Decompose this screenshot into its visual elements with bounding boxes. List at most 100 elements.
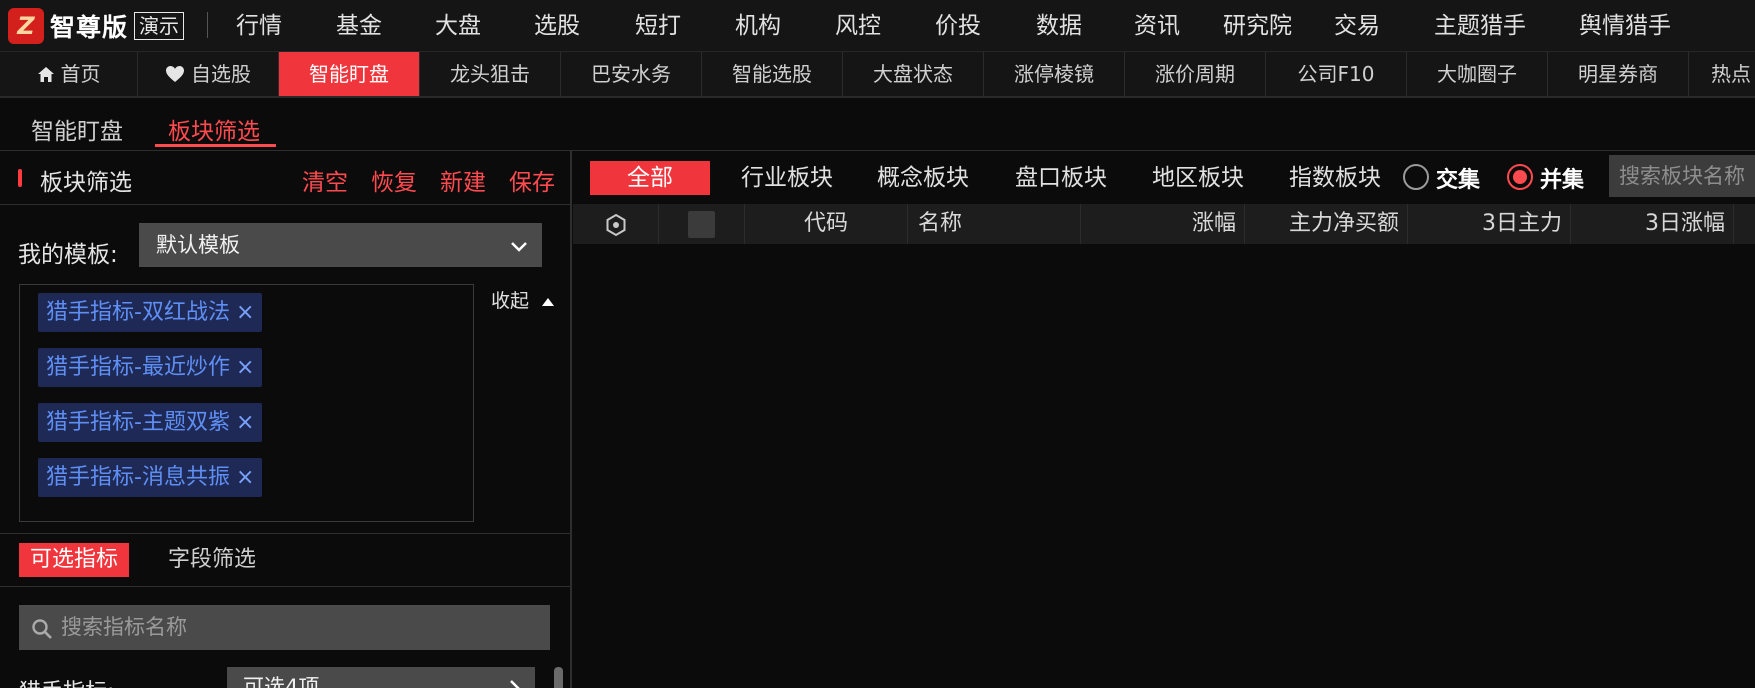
subnav-limit-prism[interactable]: 涨停棱镜 [984, 52, 1125, 96]
collapse-button[interactable]: 收起 [491, 286, 555, 313]
app-logo[interactable]: Z 智尊版 演示 [8, 8, 185, 44]
column-name[interactable]: 名称 [908, 204, 1081, 244]
top-nav-trade[interactable]: 交易 [1334, 0, 1380, 52]
column-main-net-buy[interactable]: 主力净买额 [1245, 204, 1408, 244]
tabs-divider [0, 150, 1755, 151]
remove-tag-icon[interactable]: × [236, 410, 254, 435]
tab-industry-sectors[interactable]: 行业板块 [730, 161, 844, 195]
save-button[interactable]: 保存 [509, 163, 555, 197]
subnav-hotspot[interactable]: 热点 [1689, 52, 1755, 96]
app-name: 智尊版 [50, 13, 129, 42]
union-radio[interactable] [1507, 164, 1533, 190]
intersection-radio[interactable] [1403, 164, 1429, 190]
indicator-tag-label: 猎手指标-最近炒作 [46, 355, 230, 380]
triangle-up-icon [541, 295, 555, 311]
top-nav-funds[interactable]: 基金 [336, 0, 382, 52]
left-mid-divider [0, 533, 570, 534]
tab-sector-filter[interactable]: 板块筛选 [168, 112, 260, 146]
top-nav-short-term[interactable]: 短打 [635, 0, 681, 52]
hunter-indicator-value: 可选4项 [243, 675, 320, 688]
top-nav-institutions[interactable]: 机构 [735, 0, 781, 52]
clear-button[interactable]: 清空 [302, 163, 348, 197]
restore-button[interactable]: 恢复 [371, 163, 417, 197]
left-subtab-divider [0, 586, 570, 587]
top-nav-data[interactable]: 数据 [1036, 0, 1082, 52]
top-nav-theme-hunter[interactable]: 主题猎手 [1434, 0, 1526, 52]
top-divider [207, 12, 208, 38]
hunter-indicator-select[interactable]: 可选4项 [227, 667, 535, 688]
subnav-smart-watch[interactable]: 智能盯盘 [279, 52, 420, 96]
indicator-tag-label: 猎手指标-双红战法 [46, 300, 230, 325]
tab-concept-sectors[interactable]: 概念板块 [866, 161, 980, 195]
remove-tag-icon[interactable]: × [236, 355, 254, 380]
panel-divider[interactable] [570, 151, 572, 688]
tab-market-sectors[interactable]: 盘口板块 [1004, 161, 1118, 195]
tab-region-sectors[interactable]: 地区板块 [1141, 161, 1255, 195]
hunter-indicator-label: 猎手指标: [19, 674, 114, 688]
active-tab-underline [155, 144, 276, 147]
subnav-star-brokers[interactable]: 明星券商 [1548, 52, 1689, 96]
union-label[interactable]: 并集 [1540, 162, 1584, 194]
select-all-checkbox[interactable] [688, 210, 715, 238]
title-marker [18, 169, 22, 187]
column-change[interactable]: 涨幅 [1081, 204, 1245, 244]
subnav-smart-screener[interactable]: 智能选股 [702, 52, 843, 96]
subnav-leader-snipe[interactable]: 龙头狙击 [420, 52, 561, 96]
tab-available-indicators[interactable]: 可选指标 [19, 543, 130, 577]
sector-table-header: 代码 名称 涨幅 主力净买额 3日主力 3日涨幅 [573, 204, 1755, 244]
tab-all-sectors[interactable]: 全部 [590, 161, 710, 195]
subnav-watchlist[interactable]: 自选股 [138, 52, 279, 96]
top-nav-market[interactable]: 大盘 [435, 0, 481, 52]
subnav-baan-water[interactable]: 巴安水务 [561, 52, 702, 96]
indicator-tag[interactable]: 猎手指标-消息共振 × [38, 458, 263, 497]
tab-field-filter[interactable]: 字段筛选 [157, 543, 267, 577]
top-nav-news[interactable]: 资讯 [1134, 0, 1180, 52]
subnav-home[interactable]: 首页 [0, 52, 138, 96]
column-3d-main[interactable]: 3日主力 [1408, 204, 1571, 244]
indicator-search-input[interactable]: 搜索指标名称 [19, 605, 550, 650]
subnav-market-state[interactable]: 大盘状态 [843, 52, 984, 96]
home-icon [37, 52, 55, 96]
indicator-tag[interactable]: 猎手指标-主题双紫 × [38, 403, 263, 442]
sector-search-input[interactable]: 搜索板块名称 [1609, 155, 1755, 197]
top-menu-bar: Z 智尊版 演示 行情 基金 大盘 选股 短打 机构 风控 价投 数据 资讯 研… [0, 0, 1755, 52]
chevron-right-icon [509, 667, 521, 688]
indicator-tag[interactable]: 猎手指标-最近炒作 × [38, 348, 263, 387]
sub-nav-bar: 首页 自选股 智能盯盘 龙头狙击 巴安水务 智能选股 大盘状态 涨停棱镜 涨价周… [0, 52, 1755, 98]
column-code[interactable]: 代码 [745, 204, 908, 244]
intersection-label[interactable]: 交集 [1436, 162, 1480, 194]
subnav-price-cycle[interactable]: 涨价周期 [1125, 52, 1266, 96]
select-all-cell[interactable] [659, 204, 745, 244]
indicator-tag-label: 猎手指标-主题双紫 [46, 410, 230, 435]
tab-smart-watch[interactable]: 智能盯盘 [31, 112, 123, 146]
remove-tag-icon[interactable]: × [236, 300, 254, 325]
settings-hex-icon[interactable] [604, 210, 628, 238]
top-nav-value[interactable]: 价投 [935, 0, 981, 52]
indicator-tag-label: 猎手指标-消息共振 [46, 465, 230, 490]
chevron-down-icon [510, 223, 528, 267]
top-nav-sentiment-hunter[interactable]: 舆情猎手 [1579, 0, 1671, 52]
left-title-divider [0, 204, 570, 205]
template-select-value: 默认模板 [156, 233, 240, 257]
subnav-f10[interactable]: 公司F10 [1266, 52, 1407, 96]
search-icon [31, 605, 53, 650]
top-nav-quotes[interactable]: 行情 [236, 0, 282, 52]
template-select[interactable]: 默认模板 [139, 223, 542, 267]
left-scrollbar-thumb[interactable] [554, 667, 563, 688]
heart-icon [165, 52, 185, 96]
panel-title: 板块筛选 [40, 170, 132, 196]
column-settings-cell[interactable] [573, 204, 659, 244]
top-nav-risk[interactable]: 风控 [835, 0, 881, 52]
column-3d-change[interactable]: 3日涨幅 [1571, 204, 1734, 244]
new-button[interactable]: 新建 [440, 163, 486, 197]
top-nav-stock-picking[interactable]: 选股 [534, 0, 580, 52]
indicator-tag[interactable]: 猎手指标-双红战法 × [38, 293, 263, 332]
logo-mark-icon: Z [8, 8, 44, 44]
top-nav-research[interactable]: 研究院 [1223, 0, 1292, 52]
subnav-expert-circle[interactable]: 大咖圈子 [1407, 52, 1548, 96]
remove-tag-icon[interactable]: × [236, 465, 254, 490]
collapse-label: 收起 [491, 290, 530, 312]
demo-badge: 演示 [134, 12, 185, 40]
tab-index-sectors[interactable]: 指数板块 [1278, 161, 1392, 195]
subnav-home-label: 首页 [60, 62, 101, 86]
